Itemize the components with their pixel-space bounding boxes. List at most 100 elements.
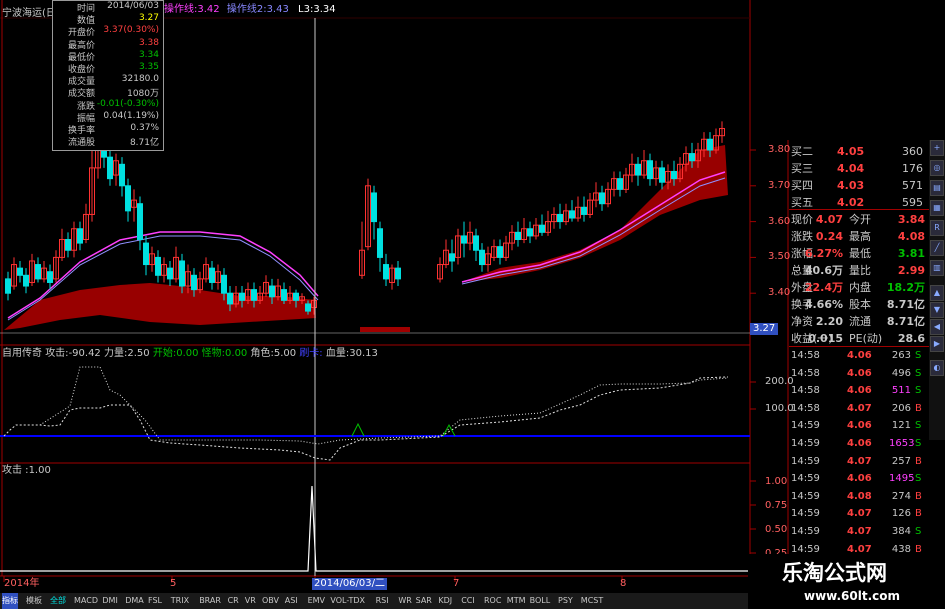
orderbook-row[interactable]: 买四 4.03 571 (789, 178, 929, 194)
tooltip-row: 时间 2014/06/03 (53, 1, 163, 14)
indicator-tab[interactable]: FSL (148, 593, 162, 609)
tick-row[interactable]: 14:58 4.07 206 B (789, 401, 929, 417)
tick-row[interactable]: 14:59 4.06 121 S (789, 418, 929, 434)
ind1-attack-value: -90.42 (68, 348, 101, 359)
tooltip-value: 2014/06/03 (107, 1, 159, 11)
candle-down (47, 271, 53, 283)
indicator-tab[interactable]: MACD (74, 593, 98, 609)
indicator-tab[interactable]: CCI (461, 593, 475, 609)
tick-side: S (915, 438, 922, 449)
tooltip-row: 振幅 0.04(1.19%) (53, 111, 163, 124)
indicator-tab[interactable]: SAR (416, 593, 432, 609)
candle-down (569, 210, 575, 219)
indicator-tab[interactable]: DMA (125, 593, 144, 609)
candle-down (143, 242, 149, 266)
indicator-tab[interactable]: VOL-TDX (330, 593, 365, 609)
tick-time: 14:59 (791, 490, 820, 502)
grid-icon[interactable]: ▦ (930, 200, 944, 216)
orderbook-volume: 360 (902, 145, 923, 158)
indicator-tab[interactable]: OBV (262, 593, 279, 609)
tick-row[interactable]: 14:59 4.07 126 B (789, 506, 929, 522)
indicator-tab[interactable]: PSY (558, 593, 573, 609)
indicator-tab[interactable]: TRIX (171, 593, 189, 609)
tick-row[interactable]: 14:59 4.06 1495 S (789, 471, 929, 487)
indicator-tab[interactable]: WR (398, 593, 411, 609)
indicator-tab[interactable]: ASI (285, 593, 298, 609)
tooltip-row: 成交量 32180.0 (53, 74, 163, 87)
price-tick: 3.40 (768, 287, 791, 299)
indicator-tab[interactable]: RSI (376, 593, 389, 609)
tick-row[interactable]: 14:58 4.06 511 S (789, 383, 929, 399)
arrow-up-icon[interactable]: ▲ (930, 285, 944, 301)
quote-value-2: 2.99 (897, 264, 925, 277)
indicator-tab[interactable]: EMV (308, 593, 325, 609)
indicator-tab[interactable]: 模板 (26, 593, 42, 609)
quote-value-1: 0.24 (815, 230, 843, 243)
candle-down (383, 264, 389, 280)
indicator-tab[interactable]: BOLL (530, 593, 551, 609)
arrow-down-icon[interactable]: ▼ (930, 302, 944, 318)
tick-price: 4.07 (847, 526, 872, 537)
tick-price: 4.07 (847, 402, 872, 414)
indicator-tab[interactable]: BRAR (199, 593, 221, 609)
zoom-in-icon[interactable]: + (930, 140, 944, 156)
indicator-tab[interactable]: ROC (484, 593, 501, 609)
chart-type-icon[interactable]: ▤ (930, 180, 944, 196)
indicator-tab[interactable]: CR (228, 593, 239, 609)
tick-row[interactable]: 14:58 4.06 263 S (789, 348, 929, 364)
indicator-tab[interactable]: DMI (102, 593, 117, 609)
side-tab-icon[interactable]: ◐ (930, 360, 944, 376)
tick-row[interactable]: 14:59 4.07 384 S (789, 524, 929, 540)
bars-icon[interactable]: ▥ (930, 260, 944, 276)
tick-price: 4.08 (847, 490, 872, 502)
orderbook-price: 4.03 (837, 179, 865, 192)
tooltip-value: 3.35 (138, 62, 159, 72)
orderbook-row[interactable]: 买二 4.05 360 (789, 144, 929, 160)
quote-label-2: 股本 (849, 298, 871, 311)
tooltip-row: 最高价 3.38 (53, 38, 163, 51)
quote-label-2: 内盘 (849, 281, 871, 294)
tick-volume: 206 (891, 402, 911, 414)
indicator-tab[interactable]: MTM (507, 593, 526, 609)
indicator-tab[interactable]: MCST (581, 593, 603, 609)
tooltip-value: 32180.0 (121, 74, 159, 85)
quote-panel: 买二 4.05 360 买三 4.04 176 买四 4.03 571 买五 4.02 595 现价 4… (789, 140, 929, 575)
indicator-tab[interactable]: KDJ (438, 593, 452, 609)
tick-price: 4.06 (847, 367, 872, 379)
tick-time: 14:59 (791, 526, 820, 537)
tick-row[interactable]: 14:59 4.07 257 B (789, 454, 929, 470)
tick-row[interactable]: 14:59 4.06 1653 S (789, 436, 929, 452)
candle-down (395, 267, 401, 280)
rsi-icon[interactable]: R (930, 220, 944, 236)
tick-volume: 496 (891, 367, 911, 379)
tick-side: B (915, 455, 922, 467)
indicator-icon[interactable]: ◎ (930, 160, 944, 176)
orderbook-label: 买三 (791, 162, 813, 175)
indicator-tab[interactable]: VR (245, 593, 256, 609)
quote-label-2: 量比 (849, 264, 871, 277)
candle-down (17, 267, 23, 276)
indicator-tab[interactable]: 全部 (50, 593, 66, 609)
line-icon[interactable]: ╱ (930, 240, 944, 256)
arrow-right-icon[interactable]: ▶ (930, 336, 944, 352)
arrow-left-icon[interactable]: ◀ (930, 319, 944, 335)
tick-volume: 126 (891, 508, 911, 520)
tick-row[interactable]: 14:58 4.06 496 S (789, 366, 929, 382)
tooltip-value: 3.34 (138, 49, 159, 60)
tick-time: 14:58 (791, 402, 820, 414)
tooltip-value: 8.71亿 (129, 138, 159, 149)
candle-down (251, 289, 257, 301)
tick-row[interactable]: 14:59 4.08 274 B (789, 489, 929, 505)
quote-label-2: 今开 (849, 213, 871, 226)
orderbook-label: 买四 (791, 179, 813, 192)
ma1-label: 操作线: (164, 4, 198, 15)
orderbook-volume: 176 (902, 162, 923, 175)
orderbook-row[interactable]: 买三 4.04 176 (789, 161, 929, 177)
indicator-tab[interactable]: 指标 (2, 593, 18, 609)
candle-down (119, 163, 125, 187)
tooltip-row: 最低价 3.34 (53, 49, 163, 63)
tick-volume: 1653 (889, 438, 915, 449)
candle-down (239, 292, 245, 301)
cursor-price-label: 3.27 (750, 323, 779, 335)
tooltip-label: 换手率 (67, 126, 95, 136)
